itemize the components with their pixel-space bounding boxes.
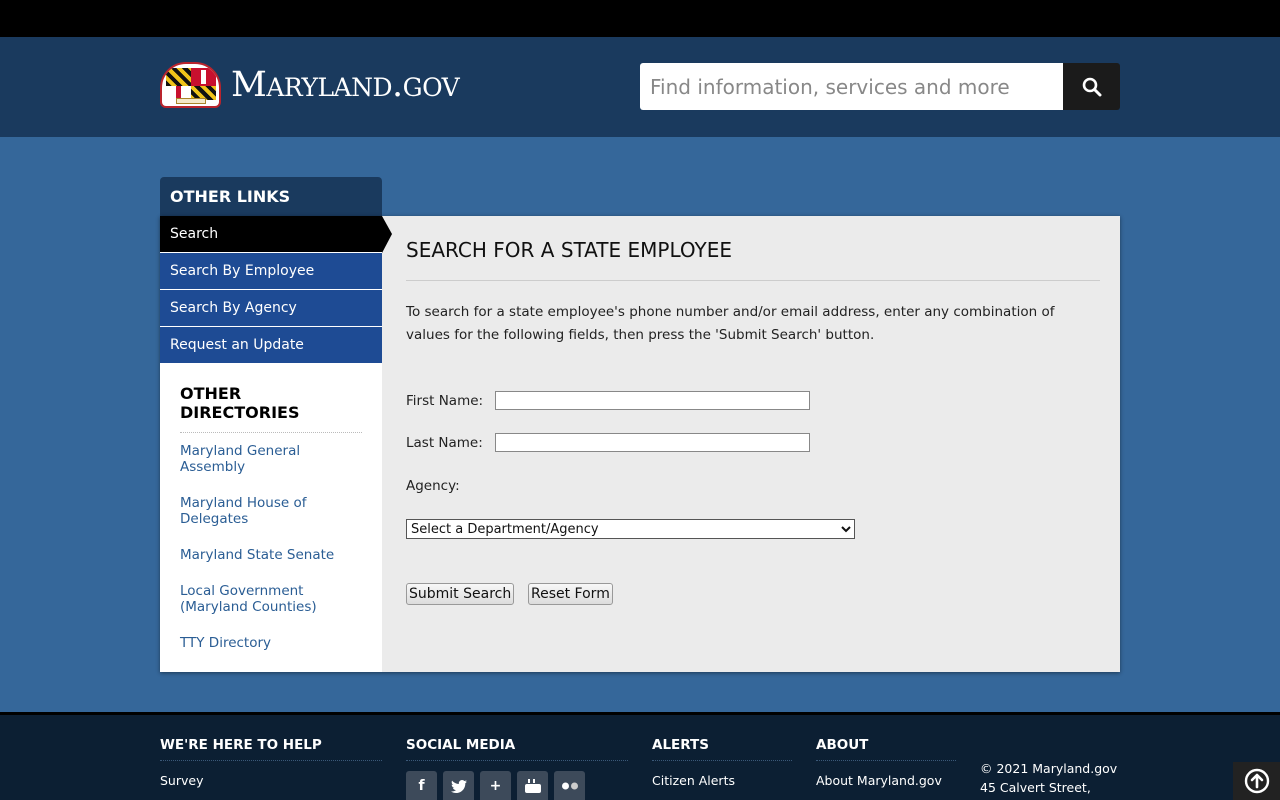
agency-label: Agency:: [406, 478, 460, 494]
footer-citizen-alerts-link[interactable]: Citizen Alerts: [652, 773, 792, 788]
google-plus-icon[interactable]: +: [480, 771, 511, 800]
sidebar: Search Search By Employee Search By Agen…: [160, 216, 392, 672]
maryland-logo[interactable]: Maryland.gov: [160, 62, 460, 108]
directory-link-general-assembly[interactable]: Maryland General Assembly: [180, 443, 362, 475]
last-name-label: Last Name:: [406, 434, 483, 451]
youtube-icon[interactable]: [517, 771, 548, 800]
footer-alerts-title: ALERTS: [652, 737, 792, 761]
search-icon: [1082, 77, 1101, 96]
footer-about-column: ABOUT About Maryland.gov: [816, 737, 956, 788]
directory-link-local-government[interactable]: Local Government (Maryland Counties): [180, 583, 362, 615]
intro-text: To search for a state employee's phone n…: [406, 304, 1055, 343]
site-search: [640, 63, 1120, 110]
search-form-area: SEARCH FOR A STATE EMPLOYEE To search fo…: [406, 216, 1100, 605]
footer-social-column: SOCIAL MEDIA f +: [406, 737, 628, 800]
logo-wordmark: Maryland.gov: [231, 64, 460, 105]
footer-about-title: ABOUT: [816, 737, 956, 761]
main-panel: Search Search By Employee Search By Agen…: [160, 216, 1120, 672]
last-name-row: Last Name:: [406, 433, 810, 452]
sidebar-item-request-update[interactable]: Request an Update: [160, 327, 382, 364]
maryland-seal-icon: [160, 62, 221, 108]
first-name-row: First Name:: [406, 391, 811, 410]
flickr-icon[interactable]: [554, 771, 585, 800]
footer-survey-link[interactable]: Survey: [160, 773, 382, 788]
page-title: SEARCH FOR A STATE EMPLOYEE: [406, 238, 1100, 281]
arrow-up-circle-icon: [1244, 768, 1269, 794]
site-search-button[interactable]: [1063, 63, 1120, 110]
other-directories: OTHER DIRECTORIES Maryland General Assem…: [160, 364, 382, 651]
first-name-label: First Name:: [406, 392, 484, 409]
directory-link-tty[interactable]: TTY Directory: [180, 635, 362, 651]
footer-address: © 2021 Maryland.gov 45 Calvert Street,: [980, 759, 1117, 797]
social-icons: f +: [406, 771, 628, 800]
sidebar-item-search-by-agency[interactable]: Search By Agency: [160, 290, 382, 327]
site-header: Maryland.gov: [0, 37, 1280, 137]
footer-help-title: WE'RE HERE TO HELP: [160, 737, 382, 761]
agency-row: Agency:: [406, 478, 460, 494]
footer-social-title: SOCIAL MEDIA: [406, 737, 628, 761]
back-to-top-button[interactable]: [1233, 762, 1280, 800]
footer-about-link[interactable]: About Maryland.gov: [816, 773, 956, 788]
site-footer: WE'RE HERE TO HELP Survey SOCIAL MEDIA f…: [0, 712, 1280, 800]
top-black-bar: [0, 0, 1280, 37]
agency-select[interactable]: Select a Department/Agency: [406, 519, 855, 539]
first-name-input[interactable]: [495, 391, 811, 410]
sidebar-item-search[interactable]: Search: [160, 216, 392, 253]
footer-address-line: 45 Calvert Street,: [980, 780, 1091, 795]
twitter-icon[interactable]: [443, 771, 474, 800]
footer-help-column: WE'RE HERE TO HELP Survey: [160, 737, 382, 788]
footer-copyright: © 2021 Maryland.gov: [980, 761, 1118, 776]
submit-search-button[interactable]: Submit Search: [406, 583, 515, 605]
facebook-icon[interactable]: f: [406, 771, 437, 800]
sidebar-item-search-by-employee[interactable]: Search By Employee: [160, 253, 382, 290]
footer-alerts-column: ALERTS Citizen Alerts: [652, 737, 792, 788]
directory-link-state-senate[interactable]: Maryland State Senate: [180, 547, 362, 563]
other-directories-title: OTHER DIRECTORIES: [180, 384, 362, 433]
site-search-input[interactable]: [640, 63, 1063, 110]
last-name-input[interactable]: [494, 433, 810, 452]
directory-link-house-of-delegates[interactable]: Maryland House of Delegates: [180, 495, 362, 527]
sidebar-heading: OTHER LINKS: [160, 177, 382, 216]
reset-form-button[interactable]: Reset Form: [528, 583, 613, 605]
